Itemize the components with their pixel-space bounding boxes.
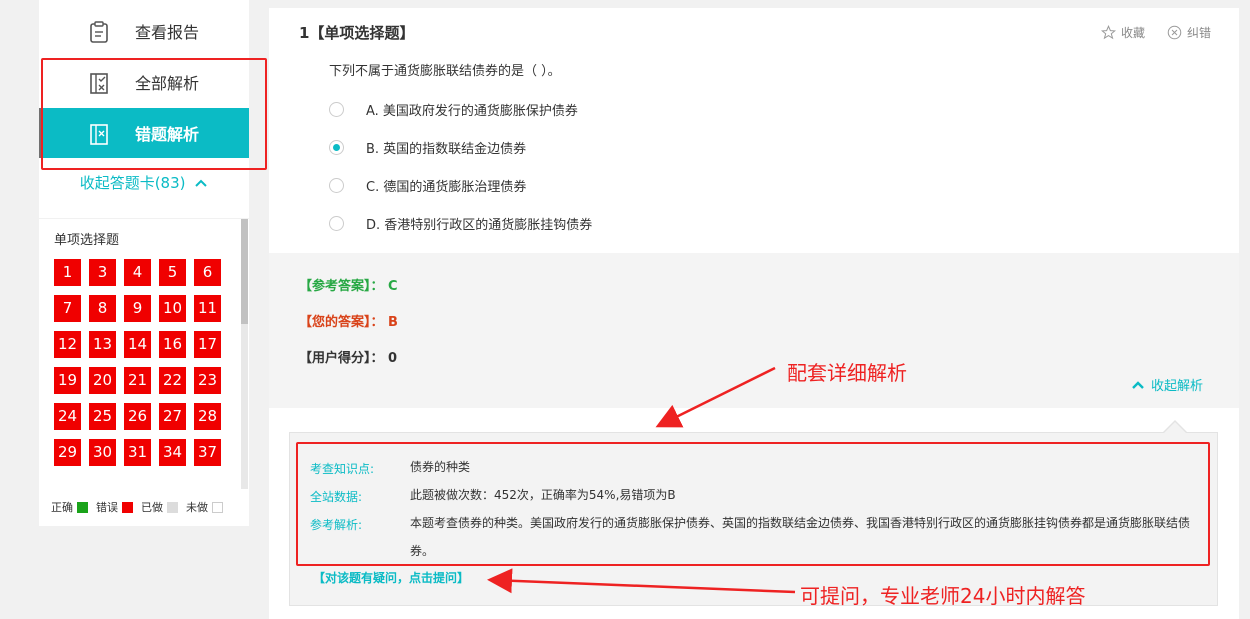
question-number-14[interactable]: 14 xyxy=(124,331,151,358)
question-stem: 下列不属于通货膨胀联结债券的是（ ）。 xyxy=(329,64,561,79)
nav-item-all-analysis[interactable]: 全部解析 xyxy=(39,57,249,107)
report-error-label: 纠错 xyxy=(1186,26,1211,40)
all-analysis-icon xyxy=(89,72,109,94)
question-number-9[interactable]: 9 xyxy=(124,295,151,322)
question-number-4[interactable]: 4 xyxy=(124,259,151,286)
option-text: A. 美国政府发行的通货膨胀保护债券 xyxy=(366,103,578,119)
option-d[interactable]: D. 香港特别行政区的通货膨胀挂钩债券 xyxy=(329,213,592,233)
legend-label: 已做 xyxy=(141,501,163,514)
option-radio[interactable] xyxy=(329,101,344,117)
chevron-up-icon xyxy=(1132,380,1144,389)
question-number-12[interactable]: 12 xyxy=(54,331,81,358)
annotation-detail-note: 配套详细解析 xyxy=(787,361,907,385)
report-error-button[interactable]: 纠错 xyxy=(1167,24,1211,41)
reference-answer: 【参考答案】： C xyxy=(299,279,398,294)
nav-item-view-report[interactable]: 查看报告 xyxy=(39,6,249,56)
option-a[interactable]: A. 美国政府发行的通货膨胀保护债券 xyxy=(329,99,578,119)
question-title: 1【单项选择题】 xyxy=(299,24,415,42)
question-number-29[interactable]: 29 xyxy=(54,439,81,466)
user-score: 【用户得分】： 0 xyxy=(299,351,398,366)
question-number-30[interactable]: 30 xyxy=(89,439,116,466)
question-number-3[interactable]: 3 xyxy=(89,259,116,286)
question-number-25[interactable]: 25 xyxy=(89,403,116,430)
question-number-31[interactable]: 31 xyxy=(124,439,151,466)
collapse-answer-card-label: 收起答题卡(83) xyxy=(79,174,186,192)
question-number-24[interactable]: 24 xyxy=(54,403,81,430)
question-number-11[interactable]: 11 xyxy=(194,295,221,322)
close-circle-icon xyxy=(1167,25,1182,40)
question-number-21[interactable]: 21 xyxy=(124,367,151,394)
option-radio[interactable] xyxy=(329,139,344,155)
legend-swatch-correct xyxy=(77,501,88,513)
legend-label: 错误 xyxy=(96,501,118,514)
answer-card-legend: 正确 错误 已做 未做 xyxy=(51,499,231,515)
analysis-caret-inner xyxy=(1164,422,1186,433)
report-icon xyxy=(89,21,109,43)
analysis-value: 债券的种类 xyxy=(410,460,471,474)
analysis-value: 此题被做次数：452次，正确率为54%,易错项为B xyxy=(410,488,676,502)
collapse-answer-card-button[interactable]: 收起答题卡(83) xyxy=(39,172,249,193)
question-tools: 收藏 纠错 xyxy=(1079,24,1211,41)
option-b[interactable]: B. 英国的指数联结金边债券 xyxy=(329,137,526,157)
question-number-23[interactable]: 23 xyxy=(194,367,221,394)
answer-summary: 【参考答案】： C 【您的答案】： B 【用户得分】： 0 收起解析 xyxy=(269,253,1239,408)
option-text: D. 香港特别行政区的通货膨胀挂钩债券 xyxy=(366,217,593,233)
favorite-button[interactable]: 收藏 xyxy=(1100,24,1145,41)
collapse-analysis-button[interactable]: 收起解析 xyxy=(1131,375,1203,394)
collapse-analysis-label: 收起解析 xyxy=(1151,379,1204,394)
scroll-thumb[interactable] xyxy=(241,219,248,324)
question-number-20[interactable]: 20 xyxy=(89,367,116,394)
question-number-34[interactable]: 34 xyxy=(159,439,186,466)
question-number-5[interactable]: 5 xyxy=(159,259,186,286)
question-number-6[interactable]: 6 xyxy=(194,259,221,286)
your-answer: 【您的答案】： B xyxy=(299,315,398,330)
question-number-10[interactable]: 10 xyxy=(159,295,186,322)
legend-label: 正确 xyxy=(51,501,73,514)
option-c[interactable]: C. 德国的通货膨胀治理债券 xyxy=(329,175,526,195)
question-number-28[interactable]: 28 xyxy=(194,403,221,430)
legend-swatch-undone xyxy=(212,501,223,513)
question-number-7[interactable]: 7 xyxy=(54,295,81,322)
question-number-8[interactable]: 8 xyxy=(89,295,116,322)
question-number-13[interactable]: 13 xyxy=(89,331,116,358)
sidebar-nav-panel: 查看报告 全部解析 错题解析 收起答题卡(83) xyxy=(39,0,249,218)
analysis-value: 本题考查债券的种类。美国政府发行的通货膨胀保护债券、英国的指数联结金边债券、我国… xyxy=(410,516,1191,558)
nav-label: 错题解析 xyxy=(135,125,200,144)
question-number-27[interactable]: 27 xyxy=(159,403,186,430)
nav-item-wrong-analysis[interactable]: 错题解析 xyxy=(39,108,249,158)
analysis-key: 全站数据: xyxy=(310,490,363,504)
question-number-37[interactable]: 37 xyxy=(194,439,221,466)
analysis-key: 参考解析: xyxy=(310,518,363,532)
nav-label: 查看报告 xyxy=(135,23,200,42)
star-icon xyxy=(1100,25,1116,40)
option-radio[interactable] xyxy=(329,215,344,231)
question-number-19[interactable]: 19 xyxy=(54,367,81,394)
active-indicator xyxy=(39,108,43,158)
wrong-analysis-icon xyxy=(89,123,109,145)
ask-question-link[interactable]: 【对该题有疑问，点击提问】 xyxy=(313,569,469,586)
nav-label: 全部解析 xyxy=(135,74,200,93)
question-number-17[interactable]: 17 xyxy=(194,331,221,358)
option-text: B. 英国的指数联结金边债券 xyxy=(366,141,527,157)
question-number-26[interactable]: 26 xyxy=(124,403,151,430)
analysis-key: 考查知识点: xyxy=(310,462,375,476)
favorite-label: 收藏 xyxy=(1120,26,1145,40)
legend-swatch-wrong xyxy=(122,501,133,513)
question-panel: 1【单项选择题】 收藏 纠错 下列不属于通货膨胀联结债券的是（ ）。 A. 美国… xyxy=(269,8,1239,253)
answer-card-scrollbar[interactable] xyxy=(241,219,248,489)
answer-card: 单项选择题 1 3 4 5 6 7 8 9 10 11 12 13 14 16 17 19 20 21 22 23 24… xyxy=(39,219,249,526)
question-number-16[interactable]: 16 xyxy=(159,331,186,358)
option-text: C. 德国的通货膨胀治理债券 xyxy=(366,179,527,195)
option-radio[interactable] xyxy=(329,177,344,193)
legend-label: 未做 xyxy=(186,501,208,514)
chevron-up-icon xyxy=(195,179,207,187)
question-number-1[interactable]: 1 xyxy=(54,259,81,286)
answer-card-section-title: 单项选择题 xyxy=(54,233,120,248)
annotation-ask-note: 可提问，专业老师24小时内解答 xyxy=(800,584,1086,608)
question-number-22[interactable]: 22 xyxy=(159,367,186,394)
legend-swatch-done xyxy=(167,501,178,513)
